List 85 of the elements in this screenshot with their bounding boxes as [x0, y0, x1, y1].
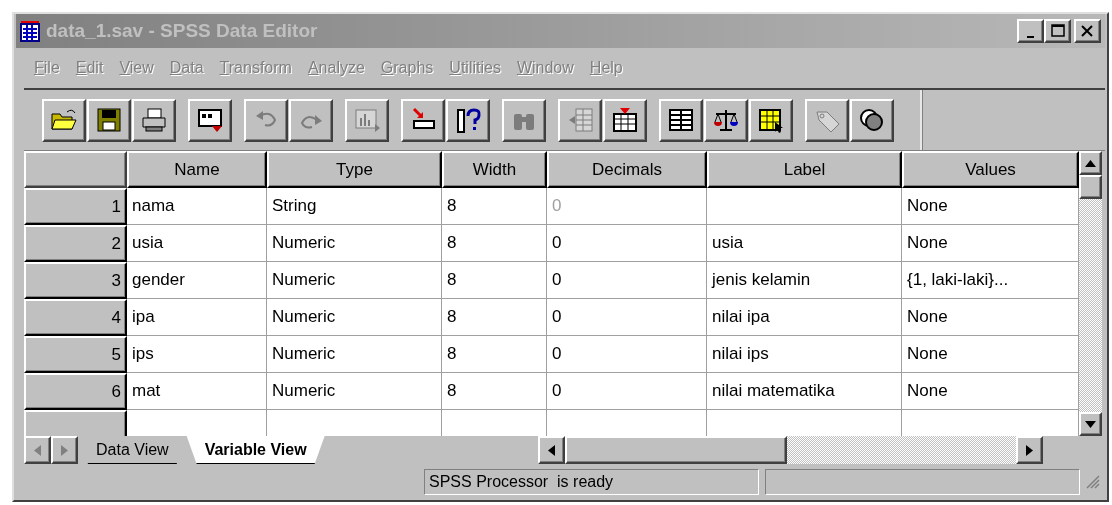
row-header[interactable]: 2 — [24, 225, 127, 262]
toolbar-button[interactable] — [749, 98, 793, 142]
row-header[interactable]: 4 — [24, 299, 127, 336]
table-cell: Numeric — [267, 373, 442, 410]
table-cell: nilai ipa — [707, 299, 902, 336]
column-header[interactable]: Values — [902, 151, 1079, 188]
row-header[interactable] — [24, 410, 127, 436]
toolbar-button[interactable] — [132, 98, 176, 142]
printer-icon — [140, 106, 168, 134]
table-cell: Numeric — [267, 336, 442, 373]
column-header[interactable]: Name — [127, 151, 267, 188]
scroll-right-button[interactable] — [1016, 436, 1043, 464]
close-icon — [1079, 24, 1096, 38]
table-cell: 0 — [547, 262, 707, 299]
left-arrow-icon — [548, 444, 555, 456]
table-cell: String — [267, 188, 442, 225]
table-cell: Numeric — [267, 225, 442, 262]
table-cell: 8 — [442, 225, 547, 262]
tab[interactable]: Variable View — [186, 436, 325, 464]
table-cell: Numeric — [267, 262, 442, 299]
table-cell: mat — [127, 373, 267, 410]
split-table-icon — [667, 106, 695, 134]
table-cell: ipa — [127, 299, 267, 336]
minimize-button[interactable] — [1017, 19, 1044, 43]
table-cell: 8 — [442, 336, 547, 373]
app-icon — [20, 20, 40, 42]
table-cell: 8 — [442, 262, 547, 299]
toolbar-button[interactable] — [446, 98, 490, 142]
dialog-window-icon — [196, 106, 224, 134]
resize-grip-icon — [1086, 475, 1100, 489]
scroll-down-button[interactable] — [1079, 412, 1102, 436]
table-cell: 8 — [442, 373, 547, 410]
table-cell: usia — [707, 225, 902, 262]
status-message: SPSS Processor is ready — [424, 469, 759, 495]
variable-info-icon — [454, 106, 482, 134]
scroll-up-button[interactable] — [1079, 151, 1102, 175]
column-header[interactable]: Width — [442, 151, 547, 188]
overlapping-circles-icon — [858, 106, 886, 134]
table-cell: 0 — [547, 373, 707, 410]
down-arrow-icon — [1085, 420, 1096, 428]
table-cell: 0 — [547, 188, 707, 225]
table-cell: Numeric — [267, 299, 442, 336]
table-cell: nilai matematika — [707, 373, 902, 410]
table-cell: 8 — [442, 188, 547, 225]
table-cell: nama — [127, 188, 267, 225]
table-cell: usia — [127, 225, 267, 262]
toolbar-button[interactable] — [188, 98, 232, 142]
table-cell: 0 — [547, 336, 707, 373]
table-cell: 0 — [547, 225, 707, 262]
table-cell: gender — [127, 262, 267, 299]
toolbar-button[interactable] — [850, 98, 894, 142]
row-header[interactable]: 3 — [24, 262, 127, 299]
close-button[interactable] — [1074, 19, 1101, 43]
column-header[interactable]: Label — [707, 151, 902, 188]
right-arrow-icon — [61, 444, 68, 456]
tab-scroll-left-button[interactable] — [24, 436, 51, 464]
bar-chart-icon — [353, 106, 381, 134]
toolbar-button[interactable] — [42, 98, 86, 142]
up-arrow-icon — [1085, 159, 1096, 167]
toolbar-button[interactable] — [704, 98, 748, 142]
table-cell: 0 — [547, 299, 707, 336]
row-header[interactable]: 1 — [24, 188, 127, 225]
left-arrow-icon — [34, 444, 41, 456]
table-cell: jenis kelamin — [707, 262, 902, 299]
minimize-icon — [1027, 36, 1034, 38]
toolbar-button[interactable] — [401, 98, 445, 142]
column-header[interactable]: Type — [267, 151, 442, 188]
scroll-left-button[interactable] — [538, 436, 565, 464]
maximize-button[interactable] — [1044, 19, 1071, 43]
insert-column-icon — [611, 106, 639, 134]
table-cell: ips — [127, 336, 267, 373]
toolbar-button[interactable] — [659, 98, 703, 142]
row-header[interactable]: 5 — [24, 336, 127, 373]
column-header[interactable]: Decimals — [547, 151, 707, 188]
table-cell: 8 — [442, 299, 547, 336]
scroll-thumb[interactable] — [565, 436, 787, 464]
table-cell: nilai ips — [707, 336, 902, 373]
tab-scroll-right-button[interactable] — [51, 436, 78, 464]
maximize-icon — [1049, 24, 1066, 38]
scroll-thumb[interactable] — [1079, 175, 1102, 199]
toolbar-button[interactable] — [603, 98, 647, 142]
select-cases-icon — [757, 106, 785, 134]
right-arrow-icon — [1026, 444, 1033, 456]
row-header[interactable]: 6 — [24, 373, 127, 410]
toolbar-button[interactable] — [87, 98, 131, 142]
